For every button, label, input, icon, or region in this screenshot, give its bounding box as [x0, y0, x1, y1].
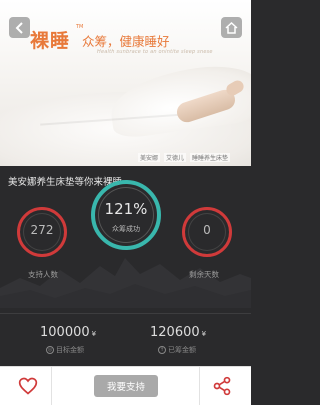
currency-symbol: ¥	[91, 330, 97, 338]
raised-amount: 120600 ¥	[150, 325, 206, 340]
brand-tag: 美安娜	[138, 153, 161, 162]
home-button[interactable]	[221, 17, 242, 38]
hero-banner: 裸睡 TM 众筹，健康睡好 Health sunbrace to an onin…	[0, 0, 251, 166]
brand-tag: 睡睡养生床垫	[190, 153, 231, 162]
progress-status: 众筹成功	[112, 225, 140, 233]
home-icon	[225, 21, 238, 34]
raised-icon: ↑	[158, 346, 166, 354]
progress-percent: 121%	[104, 200, 148, 218]
hero-slogan: 众筹，健康睡好	[82, 34, 170, 49]
target-amount-label-text: 目标金额	[56, 346, 84, 354]
like-button[interactable]	[18, 376, 38, 396]
hero-sub-slogan: Health sunbrace to an onintite sleep sne…	[97, 49, 213, 55]
supporters-label: 支持人数	[28, 270, 58, 279]
supporters-count: 272	[30, 223, 54, 237]
target-amount: 100000 ¥	[40, 325, 96, 340]
raised-amount-label: ↑ 已筹金额	[158, 345, 196, 355]
target-icon: ◎	[46, 346, 54, 354]
raised-amount-value: 120600	[150, 325, 200, 340]
currency-symbol: ¥	[201, 330, 207, 338]
divider	[0, 313, 251, 314]
supporters-ring: 272	[17, 207, 67, 257]
brand-logo: 裸睡	[30, 30, 71, 52]
chevron-left-icon	[15, 21, 23, 34]
share-icon	[213, 376, 231, 396]
support-button[interactable]: 我要支持	[94, 375, 158, 397]
brand-tag: 艾德儿	[164, 153, 187, 162]
trademark-mark: TM	[76, 24, 84, 30]
share-button[interactable]	[212, 376, 232, 396]
bottom-action-bar: 我要支持	[0, 366, 251, 405]
separator	[51, 367, 52, 405]
target-amount-value: 100000	[40, 325, 90, 340]
raised-amount-label-text: 已筹金额	[168, 346, 196, 354]
days-left-count: 0	[203, 223, 211, 237]
heart-icon	[18, 377, 38, 395]
days-left-label: 剩余天数	[189, 270, 219, 279]
days-left-ring: 0	[182, 207, 232, 257]
separator	[199, 367, 200, 405]
target-amount-label: ◎ 目标金额	[46, 345, 84, 355]
brand-tags: 美安娜 艾德儿 睡睡养生床垫	[138, 153, 231, 162]
back-button[interactable]	[9, 17, 30, 38]
progress-ring: 121% 众筹成功	[91, 180, 161, 250]
